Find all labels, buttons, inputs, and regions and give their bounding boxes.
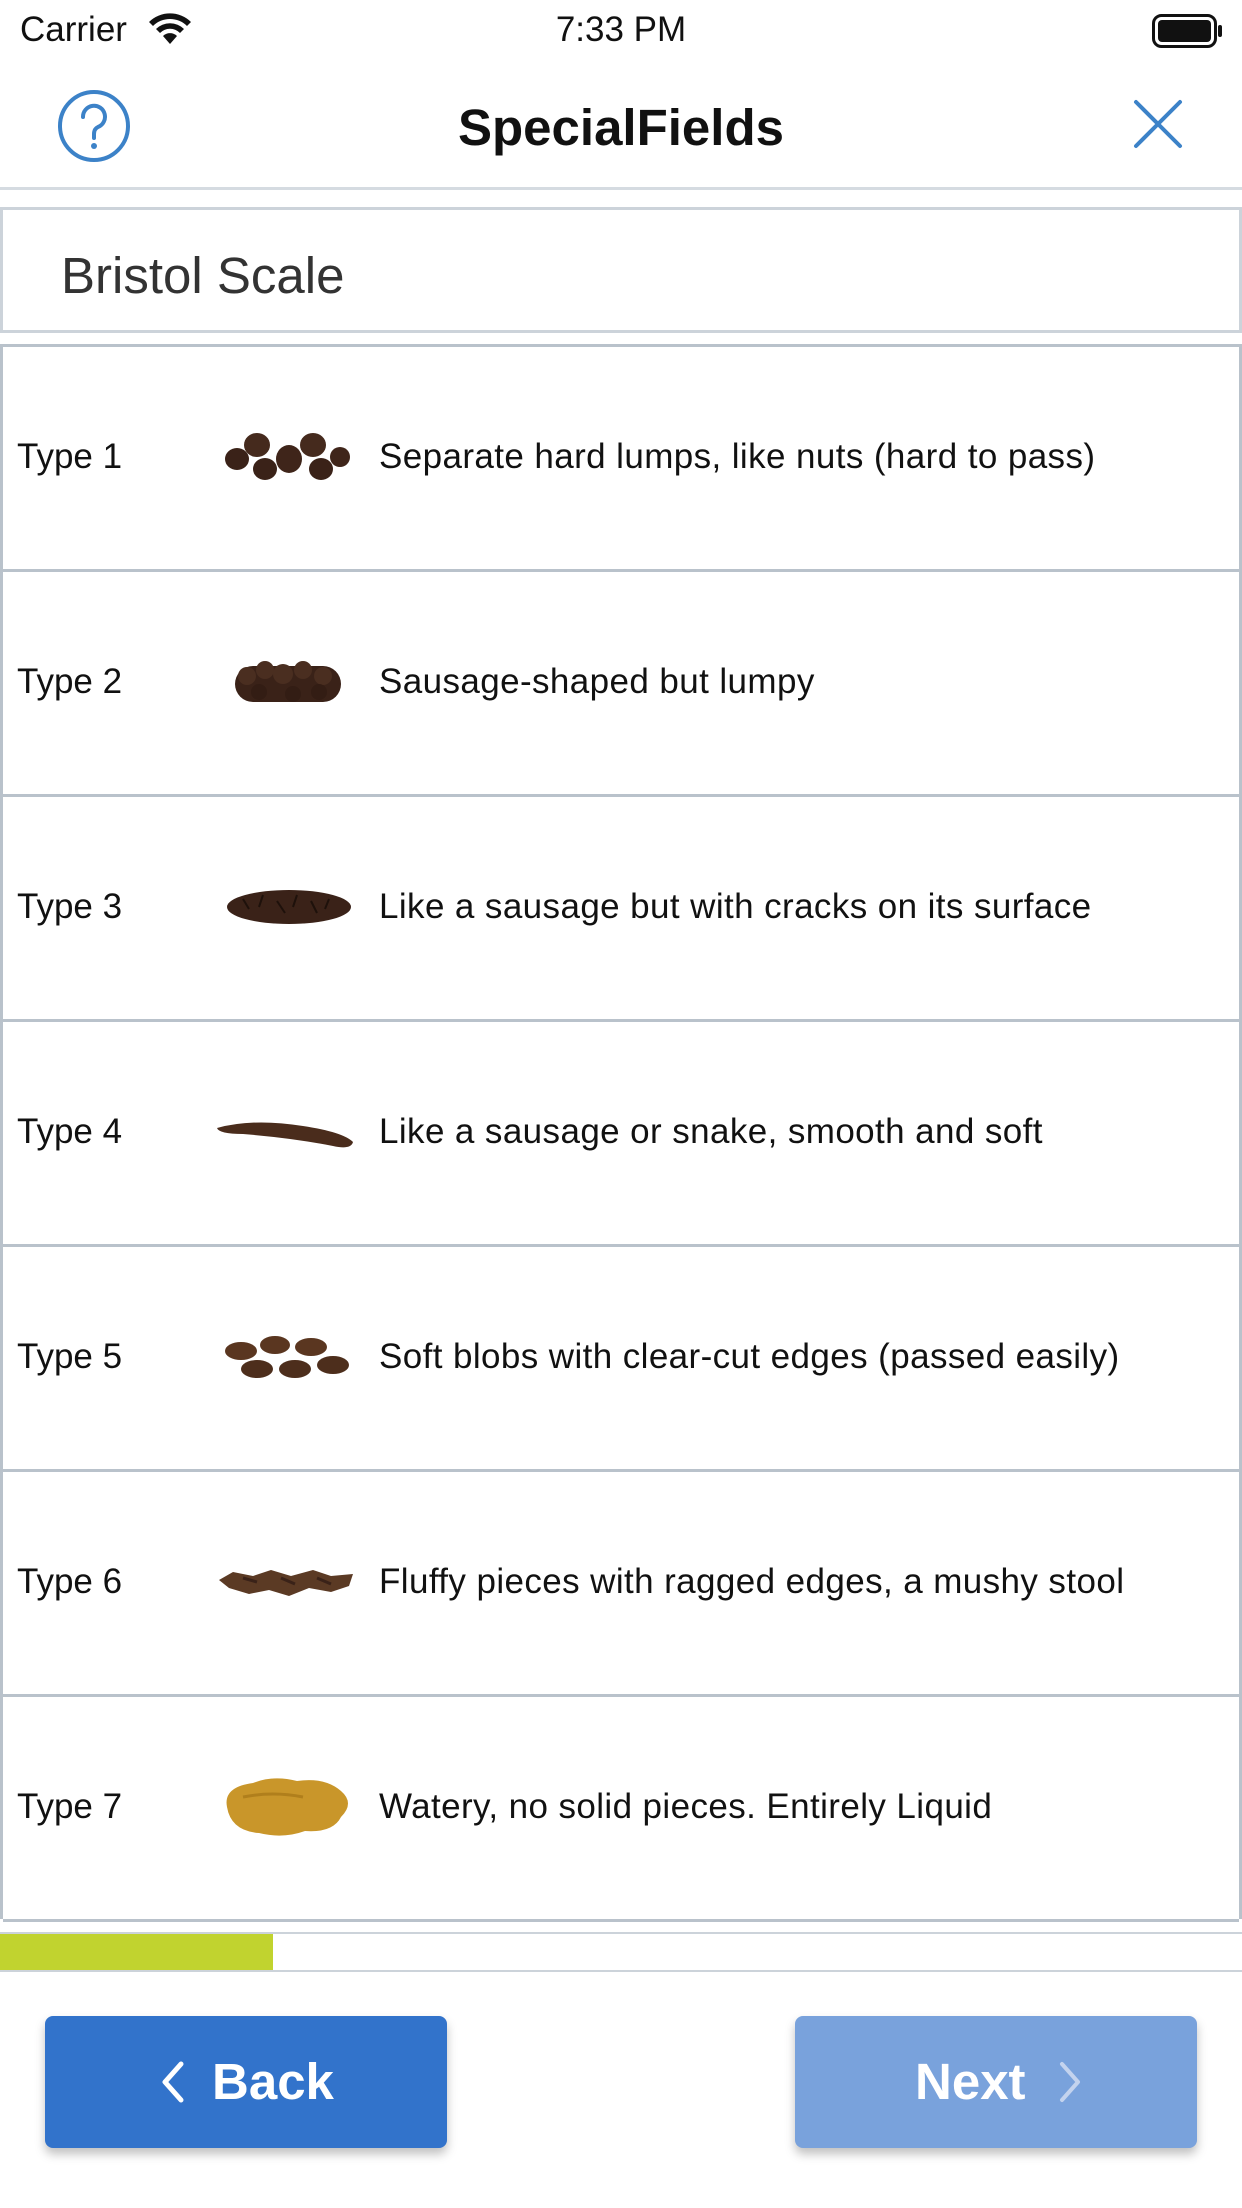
type-row-1[interactable]: Type 1 Separate hard lumps, like nuts (h… [3, 347, 1239, 572]
type-label: Type 6 [17, 1562, 123, 1601]
type-label: Type 5 [17, 1337, 123, 1376]
type-label: Type 2 [17, 662, 123, 701]
section-title: Bristol Scale [61, 247, 345, 304]
status-time: 7:33 PM [555, 10, 687, 49]
type-4-stool-icon [217, 1122, 353, 1148]
chevron-left-icon [162, 2061, 184, 2103]
navigation-bar: SpecialFields [0, 62, 1242, 190]
type-label: Type 3 [17, 887, 123, 926]
type-row-3[interactable]: Type 3 Like a sausage but with cracks on… [3, 797, 1239, 1022]
type-description: Watery, no solid pieces. Entirely Liquid [379, 1787, 993, 1826]
next-button[interactable]: Next [795, 2016, 1197, 2148]
type-5-stool-icon [225, 1336, 349, 1378]
type-description: Fluffy pieces with ragged edges, a mushy… [379, 1562, 1125, 1601]
page-title: SpecialFields [458, 99, 784, 156]
status-bar: Carrier 7:33 PM [0, 0, 1242, 62]
close-icon[interactable] [1132, 98, 1184, 150]
type-description: Like a sausage or snake, smooth and soft [379, 1112, 1043, 1151]
type-1-stool-icon [225, 433, 350, 480]
chevron-right-icon [1060, 2062, 1080, 2102]
back-button[interactable]: Back [45, 2016, 447, 2148]
type-description: Like a sausage but with cracks on its su… [379, 887, 1092, 926]
type-row-2[interactable]: Type 2 Sausage-shaped but lumpy [3, 572, 1239, 797]
type-row-5[interactable]: Type 5 Soft blobs with clear-cut edges (… [3, 1247, 1239, 1472]
type-3-stool-icon [227, 890, 351, 924]
progress-fill [0, 1934, 274, 1970]
type-label: Type 4 [17, 1112, 123, 1151]
type-description: Soft blobs with clear-cut edges (passed … [379, 1337, 1120, 1376]
type-label: Type 1 [17, 437, 123, 476]
type-label: Type 7 [17, 1787, 123, 1826]
type-description: Sausage-shaped but lumpy [379, 662, 815, 701]
progress-bar [0, 1932, 1242, 1972]
type-description: Separate hard lumps, like nuts (hard to … [379, 437, 1096, 476]
type-6-stool-icon [219, 1570, 353, 1596]
type-7-stool-icon [226, 1778, 348, 1836]
back-button-label: Back [212, 2053, 334, 2110]
type-row-6[interactable]: Type 6 Fluffy pieces with ragged edges, … [3, 1472, 1239, 1697]
bristol-type-list: Type 1 Separate hard lumps, like nuts (h… [0, 344, 1242, 1922]
battery-icon [1152, 14, 1222, 48]
type-row-7[interactable]: Type 7 Watery, no solid pieces. Entirely… [3, 1697, 1239, 1922]
type-2-stool-icon [235, 661, 341, 702]
next-button-label: Next [915, 2053, 1026, 2110]
type-row-4[interactable]: Type 4 Like a sausage or snake, smooth a… [3, 1022, 1239, 1247]
section-header: Bristol Scale [0, 207, 1242, 333]
